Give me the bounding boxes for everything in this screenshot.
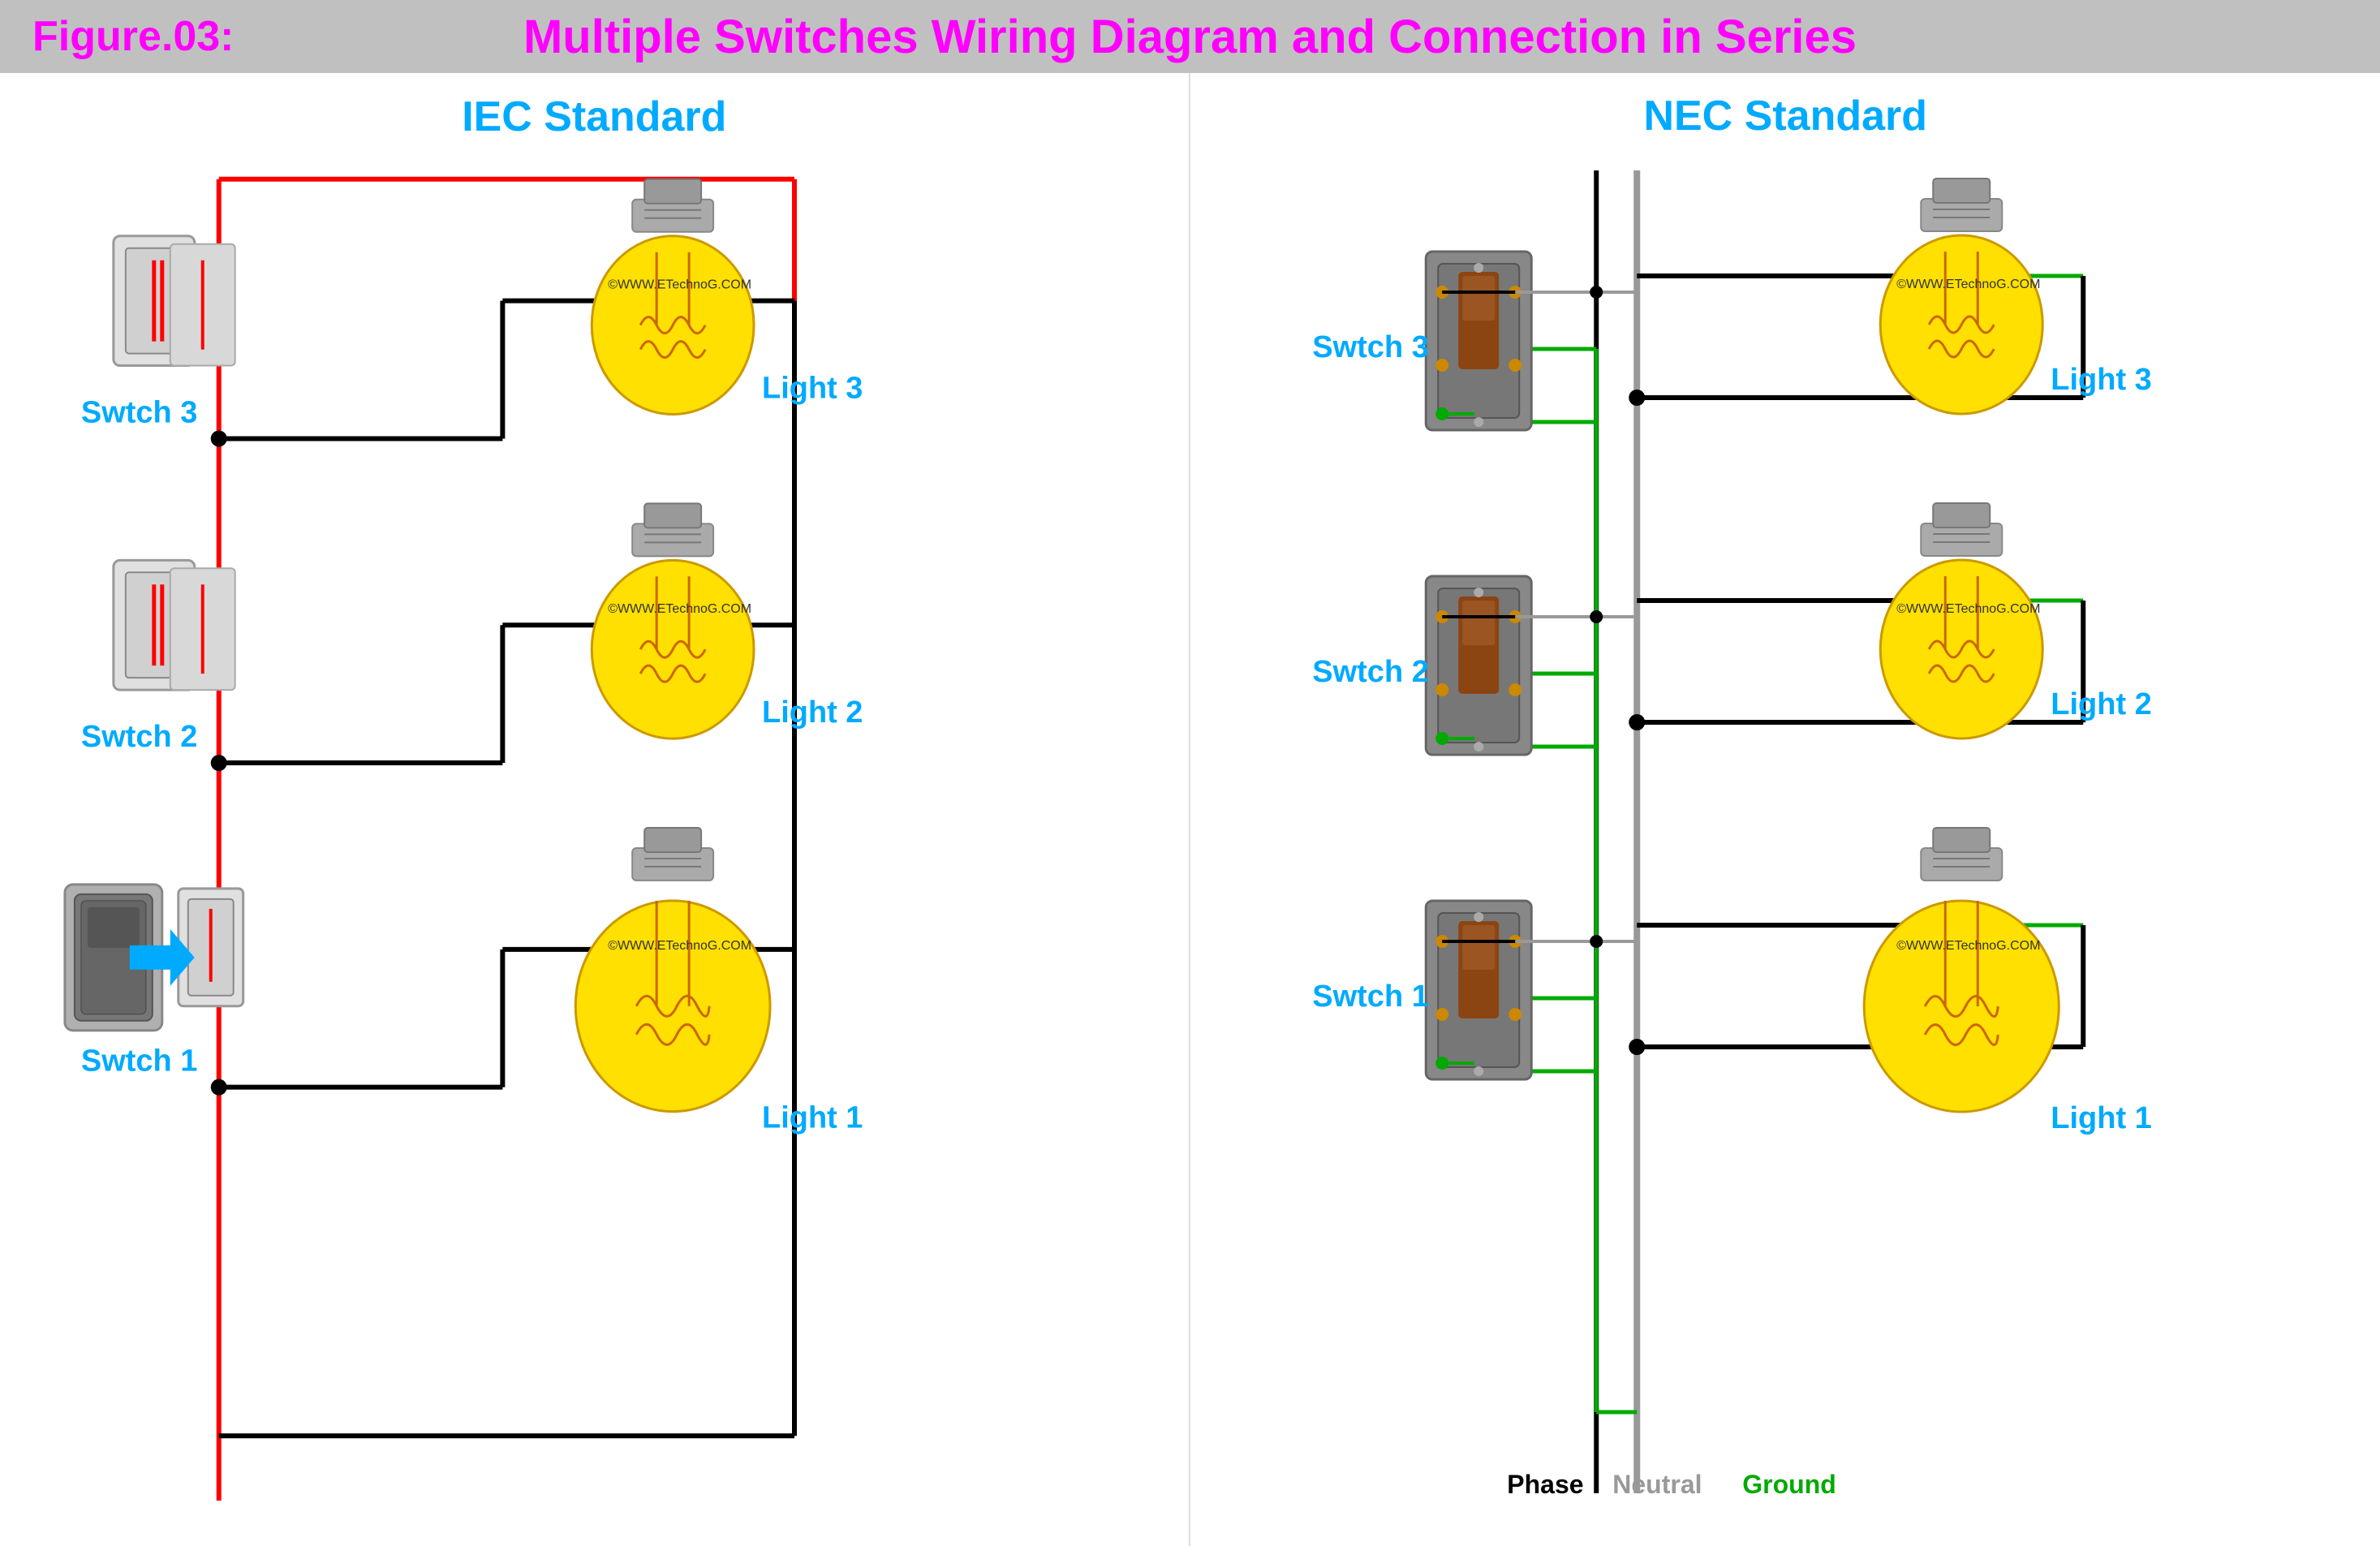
header: Figure.03: Multiple Switches Wiring Diag… xyxy=(0,0,2380,73)
nec-diagram: NEC Standard xyxy=(1190,73,2380,1546)
svg-text:©WWW.ETechnoG.COM: ©WWW.ETechnoG.COM xyxy=(1896,939,2040,953)
nec-panel: NEC Standard xyxy=(1190,73,2380,1546)
nec-light2-label: Light 2 xyxy=(2051,687,2152,721)
nec-title: NEC Standard xyxy=(1643,93,1927,140)
page-title: Multiple Switches Wiring Diagram and Con… xyxy=(523,10,1857,64)
nec-light3-label: Light 3 xyxy=(2051,363,2152,397)
nec-switch2-label: Swtch 2 xyxy=(1312,655,1429,689)
nec-light1-label: Light 1 xyxy=(2051,1101,2152,1135)
figure-label: Figure.03: xyxy=(32,12,235,61)
main-content: IEC Standard xyxy=(0,73,2380,1546)
legend-neutral: Neutral xyxy=(1612,1470,1702,1499)
svg-text:©WWW.ETechnoG.COM: ©WWW.ETechnoG.COM xyxy=(1896,602,2040,616)
legend-phase: Phase xyxy=(1507,1470,1583,1499)
iec-light2-label: Light 2 xyxy=(762,695,863,730)
iec-switch3-label: Swtch 3 xyxy=(81,395,197,429)
iec-switch2-label: Swtch 2 xyxy=(81,720,197,754)
iec-panel: IEC Standard xyxy=(0,73,1190,1546)
iec-title: IEC Standard xyxy=(462,93,726,140)
legend-ground: Ground xyxy=(1742,1470,1836,1499)
nec-switch1-label: Swtch 1 xyxy=(1312,980,1429,1014)
iec-light1-label: Light 1 xyxy=(762,1101,863,1135)
svg-text:©WWW.ETechnoG.COM: ©WWW.ETechnoG.COM xyxy=(608,939,751,953)
nec-switch3-label: Swtch 3 xyxy=(1312,330,1429,364)
iec-diagram: IEC Standard xyxy=(0,73,1189,1546)
svg-text:©WWW.ETechnoG.COM: ©WWW.ETechnoG.COM xyxy=(608,602,751,616)
svg-text:©WWW.ETechnoG.COM: ©WWW.ETechnoG.COM xyxy=(1896,278,2040,291)
iec-switch1-label: Swtch 1 xyxy=(81,1044,197,1079)
iec-light3-label: Light 3 xyxy=(762,372,863,406)
svg-text:©WWW.ETechnoG.COM: ©WWW.ETechnoG.COM xyxy=(608,278,751,292)
